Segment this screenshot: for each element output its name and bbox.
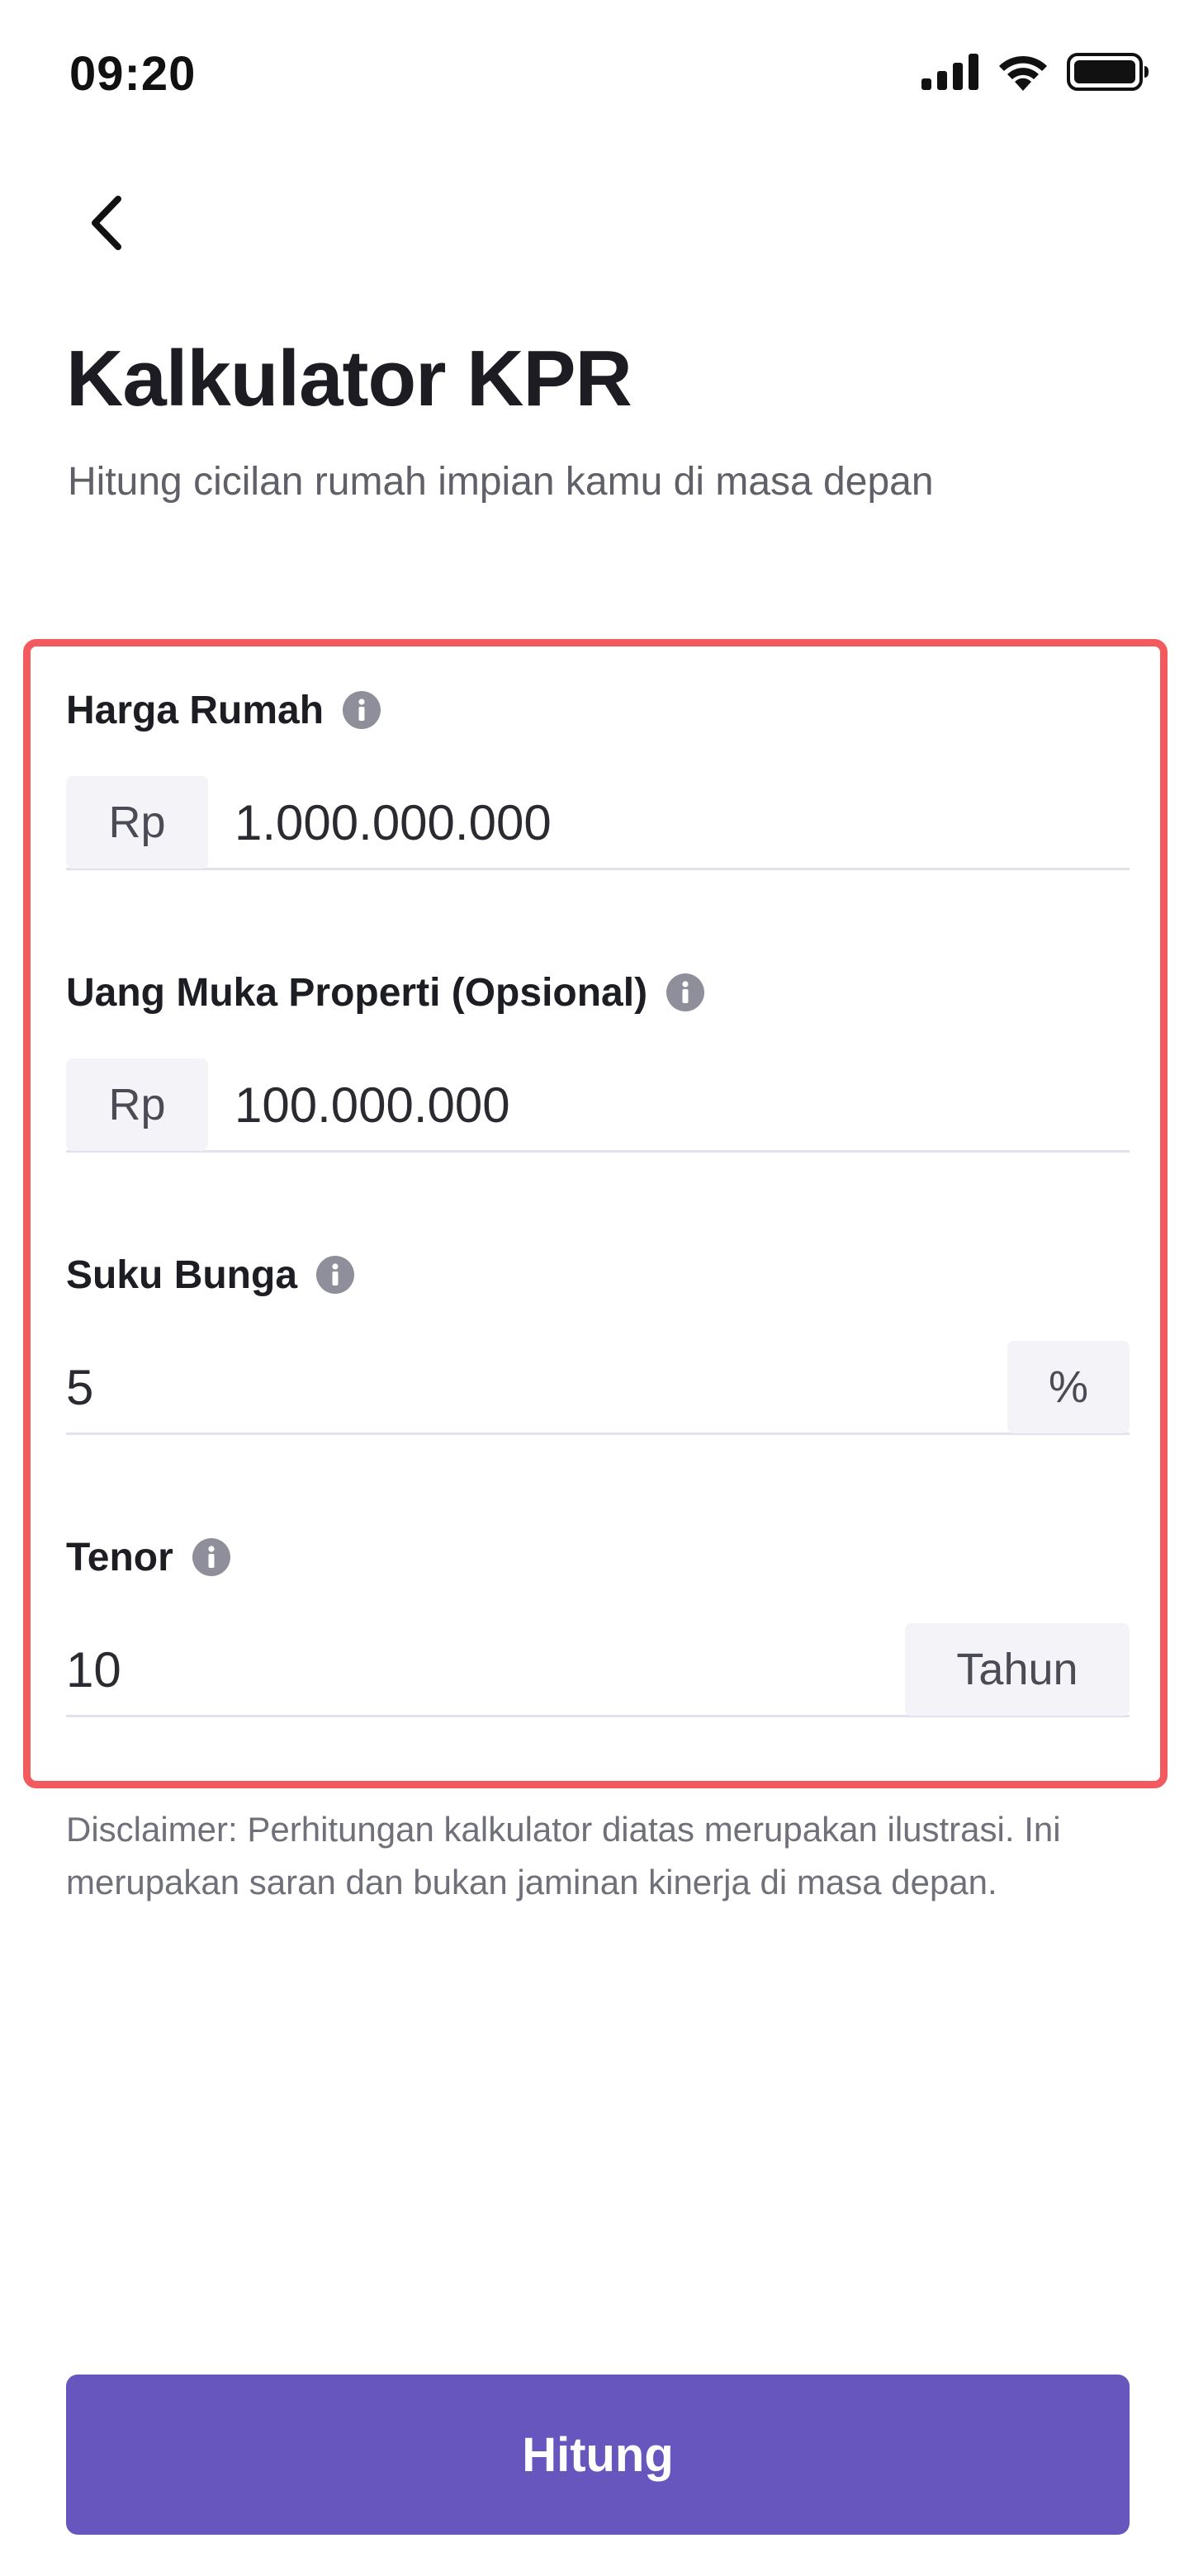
uang-muka-input[interactable]: Rp 100.000.000 [66, 1058, 1130, 1153]
currency-prefix: Rp [66, 1058, 208, 1151]
percent-suffix: % [1007, 1341, 1130, 1433]
chevron-left-icon [92, 196, 121, 250]
battery-icon [1067, 53, 1149, 91]
input-value[interactable]: 10 [66, 1623, 121, 1716]
page-subtitle: Hitung cicilan rumah impian kamu di masa… [68, 460, 934, 504]
kpr-calculator-screen: 09:20 Kalkulator KPR Hitung cicilan ruma… [0, 0, 1189, 2576]
field-harga-rumah: Harga Rumah Rp 1.000.000.000 [66, 685, 1130, 870]
info-icon[interactable] [192, 1537, 231, 1577]
info-icon[interactable] [342, 690, 381, 730]
info-icon[interactable] [315, 1255, 355, 1295]
field-uang-muka: Uang Muka Properti (Opsional) Rp 100.000… [66, 968, 1130, 1153]
harga-rumah-input[interactable]: Rp 1.000.000.000 [66, 776, 1130, 870]
input-value[interactable]: 5 [66, 1341, 93, 1433]
input-value[interactable]: 1.000.000.000 [234, 776, 552, 869]
page-title: Kalkulator KPR [66, 334, 632, 423]
suku-bunga-input[interactable]: 5 % [66, 1341, 1130, 1435]
field-suku-bunga: Suku Bunga 5 % [66, 1250, 1130, 1435]
info-icon[interactable] [666, 973, 705, 1012]
back-button[interactable] [79, 190, 132, 256]
status-time: 09:20 [69, 47, 197, 101]
disclaimer-text: Disclaimer: Perhitungan kalkulator diata… [66, 1810, 1061, 1901]
field-label-container: Tenor [66, 1532, 1130, 1582]
unit-suffix: Tahun [905, 1623, 1130, 1716]
field-tenor: Tenor 10 Tahun [66, 1532, 1130, 1717]
field-label-container: Harga Rumah [66, 685, 1130, 735]
field-label-container: Suku Bunga [66, 1250, 1130, 1300]
field-label-container: Uang Muka Properti (Opsional) [66, 968, 1130, 1017]
hitung-button[interactable]: Hitung [66, 2375, 1130, 2535]
status-icons [921, 53, 1149, 91]
tenor-input[interactable]: 10 Tahun [66, 1623, 1130, 1717]
field-label: Tenor [66, 1535, 173, 1579]
wifi-icon [999, 55, 1047, 91]
currency-prefix: Rp [66, 776, 208, 869]
field-label: Harga Rumah [66, 688, 324, 732]
signal-icon [921, 54, 978, 90]
field-label: Suku Bunga [66, 1252, 298, 1297]
field-label: Uang Muka Properti (Opsional) [66, 970, 648, 1015]
input-value[interactable]: 100.000.000 [234, 1058, 510, 1151]
